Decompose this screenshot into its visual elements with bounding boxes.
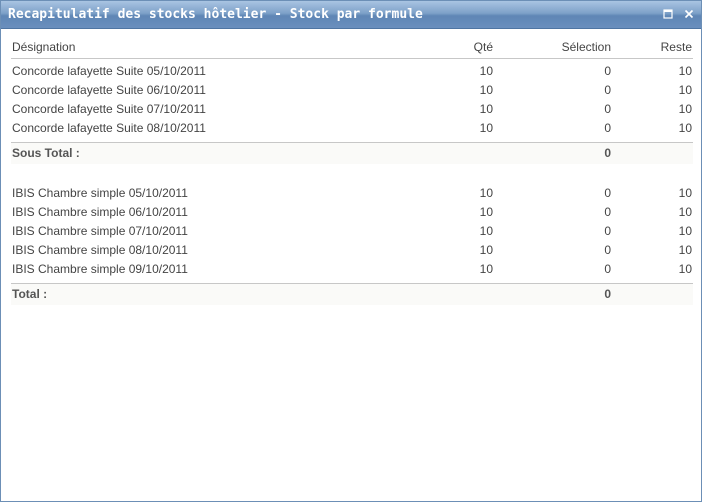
table-row: IBIS Chambre simple 09/10/2011 10 0 10 <box>11 260 693 279</box>
stock-table: Désignation Qté Sélection Reste Concorde… <box>11 37 693 305</box>
stock-window: Recapitulatif des stocks hôtelier - Stoc… <box>0 0 702 502</box>
row-designation: IBIS Chambre simple 09/10/2011 <box>12 262 188 276</box>
row-qte: 10 <box>479 186 493 200</box>
row-qte: 10 <box>479 243 493 257</box>
table-row: Concorde lafayette Suite 07/10/2011 10 0… <box>11 100 693 119</box>
row-reste: 10 <box>678 121 692 135</box>
table-row: IBIS Chambre simple 06/10/2011 10 0 10 <box>11 203 693 222</box>
row-reste: 10 <box>678 186 692 200</box>
row-selection: 0 <box>604 64 611 78</box>
row-qte: 10 <box>479 262 493 276</box>
row-selection: 0 <box>604 205 611 219</box>
table-row: Concorde lafayette Suite 08/10/2011 10 0… <box>11 119 693 138</box>
row-selection: 0 <box>604 262 611 276</box>
row-designation: Concorde lafayette Suite 08/10/2011 <box>12 121 206 135</box>
maximize-icon <box>663 9 673 19</box>
total-label: Total : <box>12 287 48 301</box>
row-qte: 10 <box>479 83 493 97</box>
row-reste: 10 <box>678 83 692 97</box>
table-row: IBIS Chambre simple 08/10/2011 10 0 10 <box>11 241 693 260</box>
row-reste: 10 <box>678 205 692 219</box>
row-qte: 10 <box>479 64 493 78</box>
row-designation: Concorde lafayette Suite 05/10/2011 <box>12 64 206 78</box>
header-designation: Désignation <box>12 40 76 54</box>
subtotal-label: Sous Total : <box>12 146 80 160</box>
row-selection: 0 <box>604 186 611 200</box>
row-reste: 10 <box>678 102 692 116</box>
total-row: Total : 0 <box>11 283 693 305</box>
row-selection: 0 <box>604 102 611 116</box>
row-designation: Concorde lafayette Suite 07/10/2011 <box>12 102 206 116</box>
total-selection: 0 <box>604 287 611 301</box>
row-reste: 10 <box>678 243 692 257</box>
row-designation: IBIS Chambre simple 05/10/2011 <box>12 186 188 200</box>
table-row: IBIS Chambre simple 05/10/2011 10 0 10 <box>11 184 693 203</box>
group-concorde: Concorde lafayette Suite 05/10/2011 10 0… <box>11 62 693 164</box>
row-qte: 10 <box>479 102 493 116</box>
window-titlebar[interactable]: Recapitulatif des stocks hôtelier - Stoc… <box>1 1 701 29</box>
header-qte: Qté <box>473 40 493 54</box>
window-title: Recapitulatif des stocks hôtelier - Stoc… <box>8 7 423 22</box>
header-selection: Sélection <box>561 40 611 54</box>
row-selection: 0 <box>604 83 611 97</box>
table-row: Concorde lafayette Suite 05/10/2011 10 0… <box>11 62 693 81</box>
row-reste: 10 <box>678 224 692 238</box>
header-reste: Reste <box>660 40 692 54</box>
row-reste: 10 <box>678 64 692 78</box>
row-qte: 10 <box>479 205 493 219</box>
row-designation: IBIS Chambre simple 06/10/2011 <box>12 205 188 219</box>
table-header: Désignation Qté Sélection Reste <box>11 37 693 59</box>
row-qte: 10 <box>479 121 493 135</box>
close-button[interactable] <box>682 7 696 21</box>
row-selection: 0 <box>604 121 611 135</box>
row-designation: IBIS Chambre simple 07/10/2011 <box>12 224 188 238</box>
row-selection: 0 <box>604 243 611 257</box>
group-ibis: IBIS Chambre simple 05/10/2011 10 0 10 I… <box>11 184 693 305</box>
row-reste: 10 <box>678 262 692 276</box>
table-row: Concorde lafayette Suite 06/10/2011 10 0… <box>11 81 693 100</box>
subtotal-selection: 0 <box>604 146 611 160</box>
subtotal-row: Sous Total : 0 <box>11 142 693 164</box>
row-designation: IBIS Chambre simple 08/10/2011 <box>12 243 188 257</box>
row-designation: Concorde lafayette Suite 06/10/2011 <box>12 83 206 97</box>
row-selection: 0 <box>604 224 611 238</box>
table-row: IBIS Chambre simple 07/10/2011 10 0 10 <box>11 222 693 241</box>
close-icon <box>684 9 694 19</box>
maximize-button[interactable] <box>661 7 675 21</box>
row-qte: 10 <box>479 224 493 238</box>
